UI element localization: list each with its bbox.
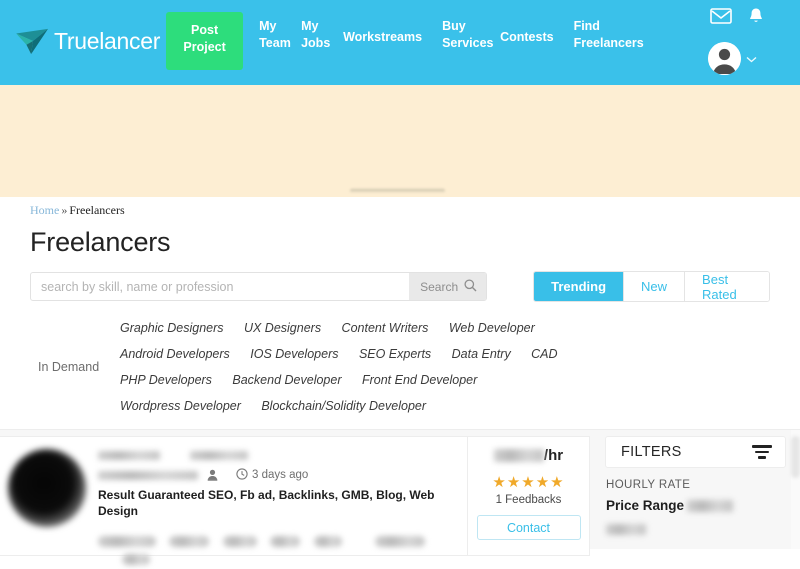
- in-demand-tags: Graphic Designers UX Designers Content W…: [120, 314, 590, 419]
- logo-text: Truelancer: [54, 27, 161, 54]
- nav-my-jobs[interactable]: My Jobs: [291, 12, 333, 58]
- in-demand-tag[interactable]: Backend Developer: [232, 373, 341, 387]
- breadcrumb-home[interactable]: Home: [30, 203, 59, 217]
- rate-suffix: /hr: [543, 447, 564, 464]
- filters-header[interactable]: FILTERS: [605, 436, 786, 468]
- in-demand-line: Graphic Designers UX Designers Content W…: [120, 315, 590, 341]
- search-button-label: Search: [420, 279, 459, 294]
- in-demand-tag[interactable]: Data Entry: [452, 347, 511, 361]
- filter-price-range-label: Price Range: [606, 498, 685, 513]
- filter-price-range-value-redacted: [687, 499, 734, 512]
- breadcrumb: Home» Freelancers: [0, 197, 800, 218]
- mail-icon[interactable]: [710, 8, 732, 29]
- freelancer-info: 3 days ago Result Guaranteed SEO, Fb ad,…: [96, 437, 467, 566]
- filter-hourly-rate-label: HOURLY RATE: [606, 479, 691, 491]
- results-row: 3 days ago Result Guaranteed SEO, Fb ad,…: [0, 429, 800, 566]
- filter-hourly-rate: HOURLY RATE Price Range: [597, 468, 800, 539]
- in-demand-label: In Demand: [38, 359, 100, 374]
- scrollbar-thumb[interactable]: [791, 436, 800, 478]
- nav-my-team[interactable]: My Team: [249, 12, 291, 58]
- hourly-rate: /hr: [468, 447, 589, 464]
- filter-price-range: Price Range: [606, 498, 800, 513]
- posted-time: 3 days ago: [236, 467, 309, 483]
- posted-time-label: 3 days ago: [252, 469, 309, 481]
- nav-workstreams[interactable]: Workstreams: [333, 23, 432, 52]
- in-demand-tag[interactable]: Graphic Designers: [120, 321, 224, 335]
- results-column: 3 days ago Result Guaranteed SEO, Fb ad,…: [0, 430, 597, 566]
- logo[interactable]: Truelancer: [14, 26, 160, 56]
- tab-new[interactable]: New: [624, 272, 686, 301]
- chevron-down-icon: [746, 50, 757, 68]
- freelancer-name-redacted: [98, 447, 467, 461]
- in-demand-tag[interactable]: CAD: [531, 347, 557, 361]
- page-content: Home»Freelancers Freelancers Search Tren…: [0, 197, 800, 566]
- in-demand-tag[interactable]: UX Designers: [244, 321, 321, 335]
- rating-stars: ★★★★★: [492, 474, 565, 491]
- bell-icon[interactable]: [747, 7, 765, 31]
- search-row: Search Trending New Best Rated: [30, 271, 770, 302]
- search-button[interactable]: Search: [409, 273, 487, 300]
- person-icon: [207, 469, 218, 481]
- in-demand-line: Android Developers IOS Developers SEO Ex…: [120, 341, 590, 367]
- in-demand-line: PHP Developers Backend Developer Front E…: [120, 367, 590, 393]
- nav-buy-services[interactable]: Buy Services: [432, 12, 493, 58]
- freelancer-skills-redacted: [98, 533, 467, 569]
- filters-column: FILTERS HOURLY RATE Price Range: [597, 430, 800, 549]
- search-box: Search: [30, 272, 488, 301]
- filter-icon[interactable]: [752, 445, 772, 459]
- feedback-count: 1 Feedbacks: [495, 494, 562, 506]
- in-demand-line: Wordpress Developer Blockchain/Solidity …: [120, 393, 590, 419]
- banner-shadow: [350, 189, 445, 193]
- page-title: Freelancers: [30, 227, 171, 257]
- header-actions: [650, 0, 800, 85]
- freelancer-avatar: [8, 449, 86, 527]
- avatar: [708, 42, 741, 75]
- in-demand-tag[interactable]: Android Developers: [120, 347, 230, 361]
- filter-extra-redacted: [606, 521, 800, 539]
- sort-tabs: Trending New Best Rated: [533, 271, 770, 302]
- nav-post-project[interactable]: Post Project: [166, 12, 244, 70]
- contact-button[interactable]: Contact: [476, 515, 581, 540]
- freelancer-headline: Result Guaranteed SEO, Fb ad, Backlinks,…: [98, 488, 435, 518]
- in-demand-tag[interactable]: SEO Experts: [359, 347, 431, 361]
- filters-title: FILTERS: [621, 444, 682, 460]
- in-demand-tag[interactable]: Front End Developer: [362, 373, 477, 387]
- freelancer-card[interactable]: 3 days ago Result Guaranteed SEO, Fb ad,…: [0, 436, 590, 566]
- site-header: Truelancer Post Project My Team My Jobs …: [0, 0, 800, 85]
- freelancer-rate-block: /hr ★★★★★ 1 Feedbacks Contact: [467, 437, 589, 555]
- in-demand-tag[interactable]: IOS Developers: [250, 347, 338, 361]
- tab-trending[interactable]: Trending: [534, 272, 625, 301]
- clock-icon: [236, 467, 248, 483]
- tab-best-rated[interactable]: Best Rated: [685, 272, 769, 301]
- search-icon: [464, 278, 477, 295]
- nav-contests[interactable]: Contests: [490, 23, 563, 52]
- truelancer-logo-icon: [16, 28, 48, 55]
- nav-post-project-label: Post Project: [183, 23, 226, 54]
- search-input[interactable]: [31, 273, 451, 300]
- user-menu[interactable]: [708, 42, 757, 75]
- in-demand-tag[interactable]: PHP Developers: [120, 373, 212, 387]
- in-demand-section: In Demand Graphic Designers UX Designers…: [30, 314, 590, 419]
- breadcrumb-current: Freelancers: [69, 203, 125, 217]
- promo-banner: [0, 85, 800, 197]
- rate-value-redacted: [493, 449, 544, 462]
- in-demand-tag[interactable]: Blockchain/Solidity Developer: [261, 399, 426, 413]
- breadcrumb-separator: »: [61, 203, 68, 217]
- freelancer-meta: 3 days ago: [98, 467, 467, 483]
- in-demand-tag[interactable]: Wordpress Developer: [120, 399, 241, 413]
- in-demand-tag[interactable]: Web Developer: [449, 321, 535, 335]
- nav-find-freelancers[interactable]: Find Freelancers: [564, 12, 644, 58]
- page-scrollbar[interactable]: [791, 430, 800, 549]
- freelancer-location-redacted: [98, 470, 198, 480]
- in-demand-tag[interactable]: Content Writers: [342, 321, 429, 335]
